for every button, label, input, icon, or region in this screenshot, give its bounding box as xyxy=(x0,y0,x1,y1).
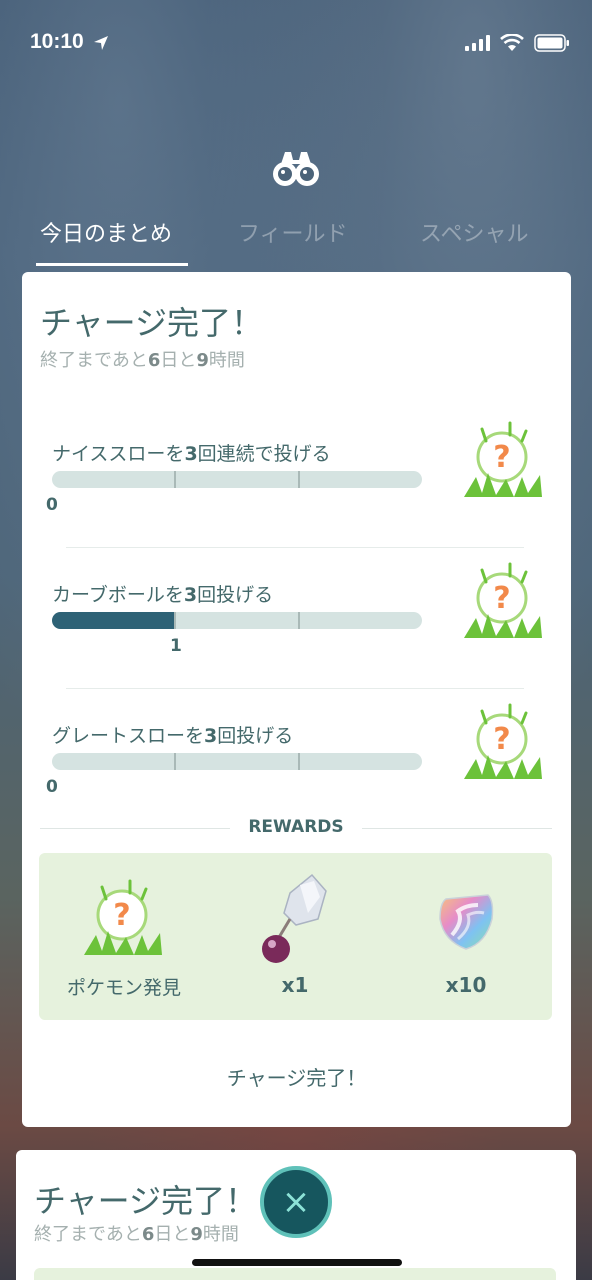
reward-label: ポケモン発見 xyxy=(66,977,181,999)
tab-today[interactable]: 今日のまとめ xyxy=(40,216,172,248)
tab-bar: 今日のまとめ フィールド スペシャル xyxy=(0,210,592,270)
reward-label: x10 xyxy=(445,973,487,997)
reward-item: ? ポケモン発見 xyxy=(39,853,209,1020)
mystery-encounter-icon: ? xyxy=(464,562,542,638)
task-count: 0 xyxy=(46,777,58,797)
location-arrow-icon xyxy=(94,36,108,50)
card-subtitle: 終了まであと6日と9時間 xyxy=(40,350,245,371)
task-label: カーブボールを3回投げる xyxy=(52,584,274,606)
binoculars-icon[interactable] xyxy=(271,148,321,190)
svg-text:?: ? xyxy=(493,581,510,616)
rewards-header: REWARDS xyxy=(40,817,552,839)
progress-tick xyxy=(298,471,300,488)
task-count: 0 xyxy=(46,495,58,515)
card-title: チャージ完了！ xyxy=(40,304,264,342)
mystery-encounter-icon: ? xyxy=(464,421,542,497)
progress-tick xyxy=(174,612,176,629)
home-indicator[interactable] xyxy=(192,1259,402,1266)
mystery-encounter-icon: ? xyxy=(464,703,542,779)
rewards-title: REWARDS xyxy=(40,817,552,837)
progress-tick xyxy=(174,753,176,770)
task-count: 1 xyxy=(170,636,182,656)
wifi-icon xyxy=(500,34,524,51)
reward-item: x1 xyxy=(210,853,380,1020)
sinnoh-stone-icon xyxy=(262,873,327,963)
rewards-box: ? ポケモン発見 x1 x10 xyxy=(39,853,552,1020)
svg-text:?: ? xyxy=(493,440,510,475)
status-time: 10:10 xyxy=(30,30,84,53)
reward-label: x1 xyxy=(281,973,309,997)
cellular-signal-icon xyxy=(465,35,490,51)
task-item: カーブボールを3回投げる 1 ? xyxy=(52,562,542,700)
task-divider xyxy=(66,547,524,548)
task-item: ナイススローを3回連続で投げる 0 ? xyxy=(46,421,542,559)
rare-candy-icon xyxy=(439,894,494,950)
status-icons xyxy=(465,34,570,52)
progress-tick xyxy=(298,612,300,629)
task-progress-bar xyxy=(52,753,422,770)
close-icon: × xyxy=(281,1182,311,1222)
card-subtitle: 終了まであと6日と9時間 xyxy=(34,1224,239,1245)
task-progress-bar xyxy=(52,612,422,629)
card-title: チャージ完了！ xyxy=(34,1182,258,1220)
task-progress-bar xyxy=(52,471,422,488)
research-card: チャージ完了！ 終了まであと6日と9時間 ナイススローを3回連続で投げる 0 ?… xyxy=(22,272,571,1127)
active-tab-indicator xyxy=(36,263,188,266)
tab-field[interactable]: フィールド xyxy=(238,216,348,248)
mystery-encounter-icon: ? xyxy=(84,879,162,955)
rewards-box xyxy=(34,1268,556,1280)
progress-tick xyxy=(174,471,176,488)
task-label: グレートスローを3回投げる xyxy=(52,725,294,747)
progress-tick xyxy=(298,753,300,770)
battery-icon xyxy=(534,34,569,52)
status-bar: 10:10 xyxy=(0,0,592,88)
task-label: ナイススローを3回連続で投げる xyxy=(52,443,331,465)
close-button[interactable]: × xyxy=(260,1166,332,1238)
svg-text:?: ? xyxy=(493,722,510,757)
task-divider xyxy=(66,688,524,689)
task-progress-fill xyxy=(52,612,176,629)
reward-item: x10 xyxy=(381,853,551,1020)
tab-special[interactable]: スペシャル xyxy=(420,216,528,248)
svg-text:?: ? xyxy=(113,898,130,933)
card-footer-label[interactable]: チャージ完了！ xyxy=(22,1062,571,1091)
